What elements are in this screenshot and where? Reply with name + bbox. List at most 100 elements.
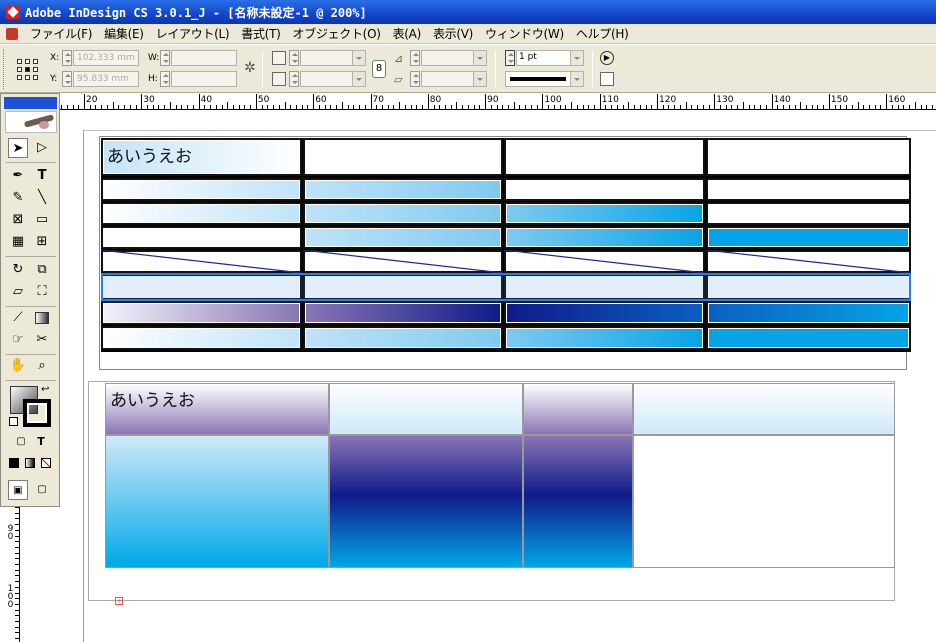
preview-view-icon[interactable]: ▢ [32,480,52,500]
table-cell[interactable]: あいうえお [101,138,302,176]
w-stepper[interactable] [160,50,170,66]
selection-tool-icon[interactable]: ➤ [8,138,28,158]
line-tool-icon[interactable]: ╲ [32,188,52,208]
table-cell[interactable] [101,250,302,273]
table-cell[interactable] [706,250,911,273]
table-cell[interactable] [303,301,503,325]
document-menu-icon[interactable] [4,26,20,42]
table-cell[interactable] [633,435,895,568]
table-cell[interactable] [101,202,302,225]
apply-color-icon[interactable] [9,458,19,468]
scissors-tool-icon[interactable]: ✂ [32,330,52,350]
shear-combo[interactable] [421,71,487,87]
table-cell[interactable] [706,326,911,350]
table-cell[interactable] [303,250,503,273]
rotate-tool-icon[interactable]: ↻ [8,260,28,280]
menu-view[interactable]: 表示(V) [427,25,479,42]
horizontal-ruler[interactable]: 20 30 40 50 60 70 80 90 100 110 120 130 140 150 160 [60,94,936,110]
table-cell[interactable] [303,326,503,350]
x-stepper[interactable] [62,50,72,66]
reference-point-icon[interactable] [17,59,39,81]
y-field[interactable]: 95.833 mm [73,71,139,87]
menu-edit[interactable]: 編集(E) [98,25,149,42]
play-icon[interactable]: ▶ [600,51,614,65]
scale-tool-icon[interactable]: ⧉ [32,260,52,280]
chevron-down-icon[interactable] [570,51,583,65]
table-cell[interactable] [101,178,302,201]
chevron-down-icon[interactable] [352,51,365,65]
table-cell[interactable] [105,435,329,568]
zoom-tool-icon[interactable]: ⌕ [32,356,52,376]
eyedropper-tool-icon[interactable]: ⟋ [8,308,28,328]
menu-table[interactable]: 表(A) [387,25,427,42]
pencil-tool-icon[interactable]: ✎ [8,188,28,208]
table-cell[interactable] [633,383,895,435]
table-cell[interactable]: あいうえお [105,383,329,435]
table-cell[interactable] [303,138,503,176]
table-cell[interactable] [706,202,911,225]
rotate-combo[interactable] [421,50,487,66]
chevron-down-icon[interactable] [570,72,583,86]
chevron-down-icon[interactable] [352,72,365,86]
table-cell[interactable] [504,326,705,350]
pen-tool-icon[interactable]: ✒ [8,166,28,186]
stroke-weight-stepper[interactable] [505,50,515,66]
table-2[interactable]: あいうえお [105,383,895,568]
shear-stepper[interactable] [410,71,420,87]
chevron-down-icon[interactable] [473,72,486,86]
rotate-stepper[interactable] [410,50,420,66]
menu-layout[interactable]: レイアウト(L) [150,25,236,42]
apply-none-icon[interactable] [41,458,51,468]
scale-x-combo[interactable] [300,50,366,66]
grid-tool-icon[interactable]: ⊞ [32,232,52,252]
scale-y-combo[interactable] [300,71,366,87]
menu-object[interactable]: オブジェクト(O) [286,25,386,42]
stroke-swatch[interactable] [23,399,51,427]
table-cell[interactable] [329,383,523,435]
link-scale-icon[interactable]: 8 [372,60,386,78]
table-cell[interactable] [303,226,503,249]
table-cell[interactable] [504,226,705,249]
table-cell[interactable] [504,178,705,201]
constrain-proportions-icon[interactable]: ✲ [244,60,256,76]
table-cell[interactable] [329,435,523,568]
table-cell[interactable] [303,202,503,225]
table-cell[interactable] [101,226,302,249]
rectangle-tool-icon[interactable]: ▭ [32,210,52,230]
rectangle-frame-tool-icon[interactable]: ⊠ [8,210,28,230]
table-cell[interactable] [504,138,705,176]
table-tool-icon[interactable]: ▦ [8,232,28,252]
direct-selection-tool-icon[interactable]: ▷ [32,138,52,158]
free-transform-tool-icon[interactable]: ⛶ [32,282,52,302]
vertical-ruler[interactable]: 90 100 [0,507,20,642]
shear-tool-icon[interactable]: ▱ [8,282,28,302]
table-1[interactable]: あいうえお [101,138,911,352]
h-stepper[interactable] [160,71,170,87]
menu-type[interactable]: 書式(T) [235,25,286,42]
chevron-down-icon[interactable] [473,51,486,65]
menu-window[interactable]: ウィンドウ(W) [479,25,570,42]
panel-menu-icon[interactable] [600,72,614,86]
apply-gradient-icon[interactable] [25,458,35,468]
table-cell[interactable] [101,301,302,325]
hand-tool-icon[interactable]: ✋ [8,356,28,376]
formatting-text-icon[interactable]: T [31,432,51,452]
table-cell[interactable] [101,326,302,350]
table-cell[interactable] [504,250,705,273]
table-cell[interactable] [706,226,911,249]
table-cell[interactable] [706,301,911,325]
button-tool-icon[interactable]: ☞ [8,330,28,350]
stroke-type-combo[interactable] [505,71,584,87]
swap-fill-stroke-icon[interactable]: ↩ [41,384,49,395]
default-fill-stroke-icon[interactable] [9,417,18,426]
panel-grip[interactable] [3,49,6,89]
scale-y-stepper[interactable] [289,71,299,87]
stroke-weight-combo[interactable]: 1 pt [516,50,584,66]
toolbox-title-bar[interactable] [4,97,57,109]
table-cell[interactable] [303,178,503,201]
x-field[interactable]: 102.333 mm [73,50,139,66]
type-tool-icon[interactable]: T [32,166,52,186]
table-cell[interactable] [523,435,633,568]
h-field[interactable] [171,71,237,87]
gradient-tool-icon[interactable] [32,308,52,328]
